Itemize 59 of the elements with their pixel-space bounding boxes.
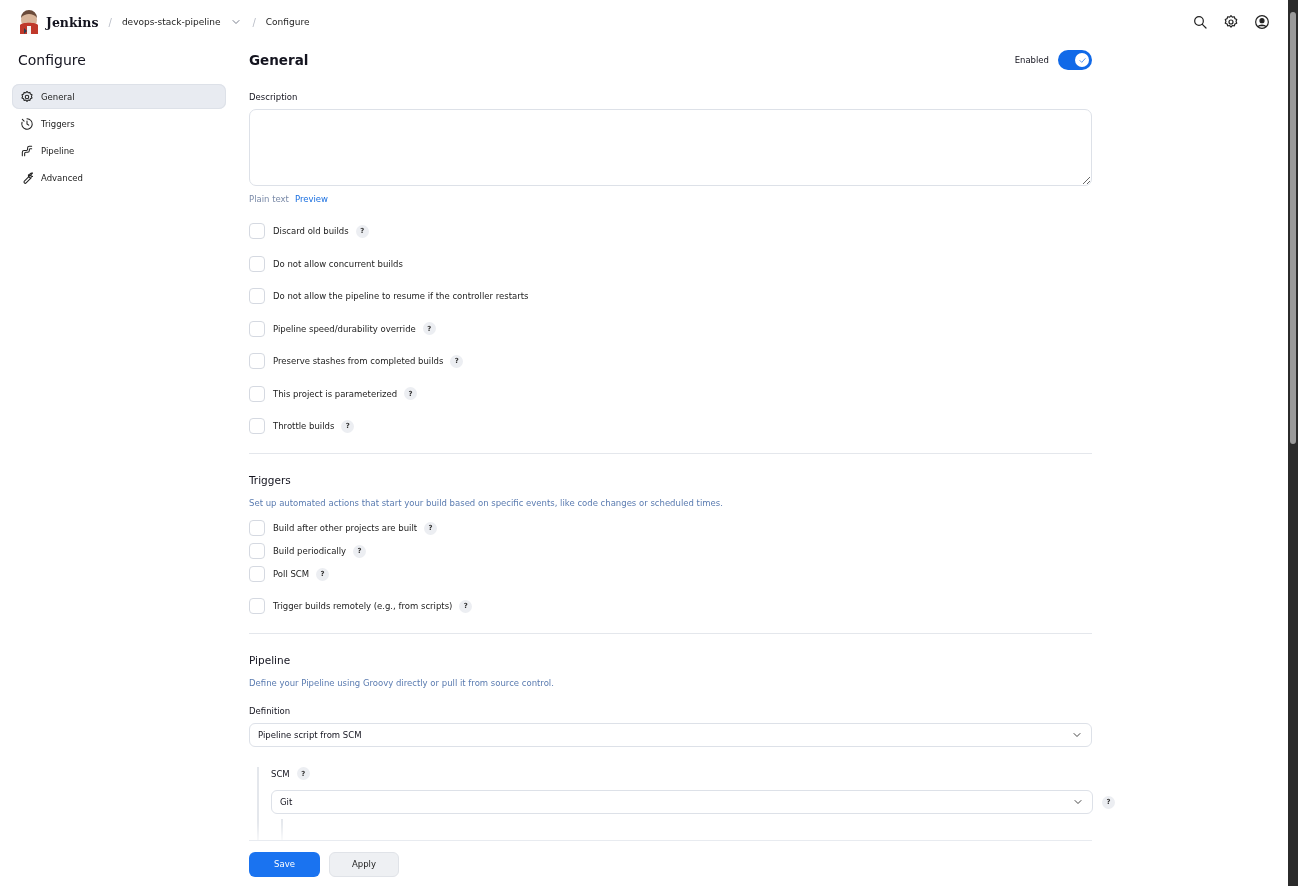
- scrollbar[interactable]: [1288, 0, 1298, 886]
- checkbox[interactable]: [249, 320, 265, 337]
- checkbox-label: Trigger builds remotely (e.g., from scripts): [273, 601, 453, 611]
- checkbox[interactable]: [249, 566, 265, 582]
- checkbox-label: Discard old builds: [273, 226, 349, 236]
- save-button[interactable]: Save: [249, 851, 320, 877]
- user-icon[interactable]: [1254, 14, 1270, 30]
- toggle-label: Enabled: [1014, 55, 1049, 65]
- description-field[interactable]: [249, 109, 1092, 186]
- settings-icon[interactable]: [1223, 14, 1239, 30]
- sidebar-item[interactable]: Advanced: [12, 165, 226, 190]
- checkbox-label: Do not allow the pipeline to resume if the controller restarts: [273, 291, 529, 301]
- section-description: Set up automated actions that start your build based on specific events, like code changes or scheduled times.: [249, 498, 724, 508]
- breadcrumb-link[interactable]: devops-stack-pipeline: [121, 17, 221, 27]
- sidebar-title: Configure: [18, 52, 87, 68]
- field-label: Description: [249, 92, 299, 102]
- check-icon: [1077, 55, 1087, 65]
- butler-logo[interactable]: [18, 10, 40, 34]
- checkbox-label: Build after other projects are built: [273, 523, 418, 533]
- checkbox[interactable]: [249, 543, 265, 559]
- section-title: Pipeline: [249, 654, 292, 666]
- breadcrumb-separator: /: [252, 16, 256, 28]
- checkbox-label: Build periodically: [273, 546, 347, 556]
- checkbox-label: Throttle builds: [273, 421, 335, 431]
- sidebar-item[interactable]: Triggers: [12, 111, 226, 136]
- field-label: SCM: [271, 768, 290, 779]
- section-description: Define your Pipeline using Groovy directly or pull it from source control.: [249, 678, 555, 688]
- checkbox-label: Preserve stashes from completed builds: [273, 356, 444, 366]
- field-label: Definition: [249, 706, 292, 716]
- checkbox-label: Pipeline speed/durability override: [273, 323, 416, 334]
- checkbox-label: Do not allow concurrent builds: [273, 258, 403, 269]
- checkbox[interactable]: [249, 385, 265, 402]
- checkbox[interactable]: [249, 353, 265, 369]
- checkbox[interactable]: [249, 223, 265, 239]
- apply-button[interactable]: Apply: [329, 851, 399, 877]
- format-link[interactable]: Plain text: [249, 194, 289, 204]
- wrench-icon: [20, 170, 34, 185]
- checkbox-label: This project is parameterized: [273, 388, 398, 399]
- brand-name[interactable]: Jenkins: [46, 14, 99, 30]
- checkbox[interactable]: [249, 520, 265, 536]
- dropdown[interactable]: Git: [271, 790, 1093, 814]
- section-title: General: [249, 52, 309, 68]
- section-title: Triggers: [249, 474, 292, 486]
- breadcrumb-separator: /: [108, 16, 112, 28]
- sidebar-item[interactable]: General: [12, 84, 226, 109]
- pipe-icon: [20, 143, 34, 158]
- checkbox[interactable]: [249, 418, 265, 434]
- dropdown[interactable]: Pipeline script from SCM: [249, 723, 1092, 747]
- search-icon[interactable]: [1192, 14, 1208, 30]
- sidebar-item[interactable]: Pipeline: [12, 138, 226, 163]
- checkbox[interactable]: [249, 598, 265, 614]
- toggle-switch[interactable]: [1058, 50, 1092, 70]
- timer-icon: [20, 116, 34, 131]
- checkbox-label: Poll SCM: [273, 569, 310, 579]
- breadcrumb-link[interactable]: Configure: [265, 17, 310, 27]
- checkbox[interactable]: [249, 288, 265, 304]
- gear-icon: [20, 89, 34, 104]
- checkbox[interactable]: [249, 255, 265, 272]
- format-link[interactable]: Preview: [294, 194, 329, 204]
